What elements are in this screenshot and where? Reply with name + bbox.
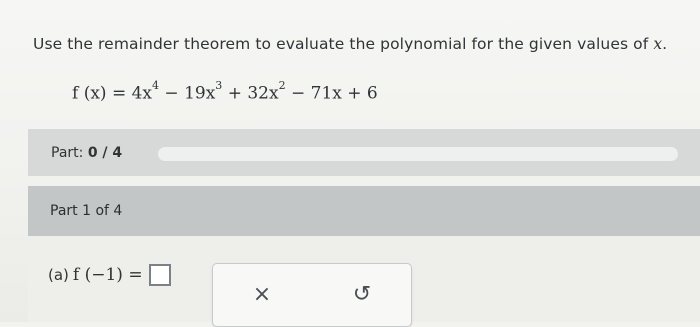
part-header: Part 1 of 4 — [28, 186, 700, 236]
part-progress-bar: Part: 0 / 4 — [28, 129, 700, 176]
answer-prefix: (a) — [48, 266, 69, 284]
answer-expression: f (−1) = — [72, 265, 143, 285]
close-icon: × — [252, 281, 272, 307]
formula-tail: − 71x + 6 — [285, 83, 378, 104]
progress-value: 0 / 4 — [87, 145, 123, 161]
clear-button[interactable]: × — [242, 274, 282, 314]
polynomial-formula: f (x) = 4x4 − 19x3 + 32x2 − 71x + 6 — [72, 79, 378, 104]
undo-button[interactable]: ↺ — [342, 274, 382, 314]
undo-icon: ↺ — [352, 281, 372, 307]
question-suffix: . — [662, 35, 668, 53]
formula-exponent-3: 3 — [215, 79, 223, 92]
question-variable: x — [653, 35, 663, 53]
answer-prompt: (a) f (−1) = — [48, 264, 171, 286]
answer-input[interactable] — [148, 264, 171, 286]
formula-term-3: + 32x — [222, 83, 279, 104]
part-title: Part 1 of 4 — [50, 203, 123, 219]
formula-exponent-4: 4 — [152, 79, 160, 92]
problem-page: Use the remainder theorem to evaluate th… — [0, 0, 700, 327]
question-text: Use the remainder theorem to evaluate th… — [33, 35, 667, 53]
progress-title: Part: — [51, 145, 84, 161]
progress-track — [158, 147, 678, 161]
formula-exponent-2: 2 — [278, 79, 286, 92]
formula-term-2: − 19x — [159, 83, 216, 104]
question-prefix: Use the remainder theorem to evaluate th… — [33, 35, 654, 53]
formula-lhs: f (x) = 4x — [72, 83, 153, 104]
progress-label: Part: 0 / 4 — [51, 145, 122, 161]
answer-tools: × ↺ — [212, 263, 412, 327]
